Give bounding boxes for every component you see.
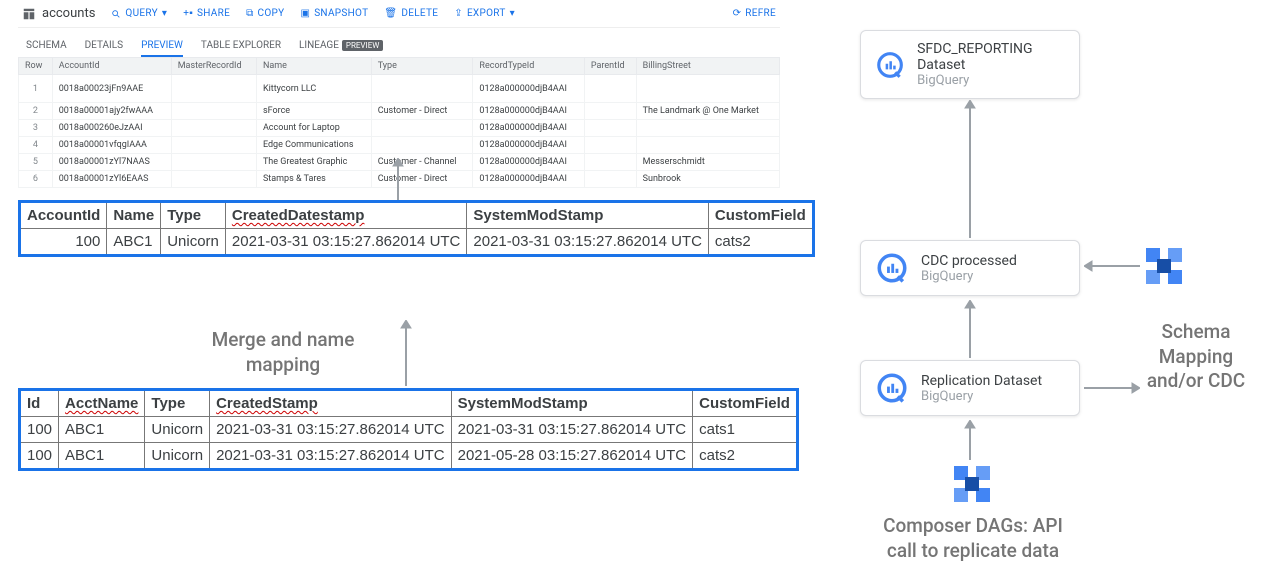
grid-header: Type: [371, 58, 473, 75]
table-icon: [22, 7, 36, 21]
mapped-table: AccountIdNameTypeCreatedDatestampSystemM…: [18, 200, 815, 257]
table-row: 10018a00023jFn9AAEKittycorn LLC0128a0000…: [19, 75, 780, 103]
col-header: CreatedStamp: [210, 390, 452, 417]
arrow-composer-up: [962, 420, 978, 460]
composer-label: Composer DAGs: API call to replicate dat…: [868, 514, 1078, 563]
arrow-up-1: [390, 158, 406, 200]
grid-header: Row: [19, 58, 53, 75]
grid-header: BillingStreet: [636, 58, 779, 75]
col-header: CustomField: [708, 202, 813, 229]
dataflow-icon: [1140, 242, 1188, 290]
source-table: IdAcctNameTypeCreatedStampSystemModStamp…: [18, 388, 799, 471]
arrow-top-mid: [962, 100, 978, 238]
col-header: Id: [20, 390, 59, 417]
node-cdc-processed: CDC processedBigQuery: [860, 240, 1080, 296]
table-row: 20018a00001ajy2fwAAAsForceCustomer - Dir…: [19, 103, 780, 120]
tab-schema[interactable]: SCHEMA: [26, 36, 67, 57]
node-sfdc-reporting: SFDC_REPORTING DatasetBigQuery: [860, 30, 1080, 99]
snapshot-button[interactable]: ▣ SNAPSHOT: [300, 8, 368, 19]
tab-lineage[interactable]: LINEAGEPREVIEW: [299, 36, 383, 57]
schema-cdc-label: Schema Mapping and/or CDC: [1136, 320, 1256, 394]
bigquery-icon: [875, 371, 909, 405]
col-header: CustomField: [693, 390, 798, 417]
table-row: 100ABC1Unicorn2021-03-31 03:15:27.862014…: [20, 417, 798, 443]
table-title: accounts: [22, 6, 95, 21]
table-row: 40018a00001vfqgIAAAEdge Communications01…: [19, 137, 780, 154]
tab-details[interactable]: DETAILS: [85, 36, 124, 57]
col-header: Type: [145, 390, 210, 417]
grid-header: ParentId: [584, 58, 636, 75]
col-header: Name: [107, 202, 161, 229]
arrow-up-2: [398, 320, 414, 386]
copy-button[interactable]: ⧉ COPY: [246, 8, 284, 19]
bigquery-icon: [875, 251, 909, 285]
table-row: 30018a000260eJzAAIAccount for Laptop0128…: [19, 120, 780, 137]
col-header: SystemModStamp: [451, 390, 693, 417]
tab-preview[interactable]: PREVIEW: [141, 36, 183, 57]
col-header: CreatedDatestamp: [225, 202, 467, 229]
grid-header: Name: [256, 58, 371, 75]
bigquery-toolbar: accounts QUERY ▾ +▪ SHARE ⧉ COPY ▣ SNAPS…: [18, 0, 780, 28]
arrow-mid-bot: [962, 300, 978, 358]
arrow-cdc-left: [1084, 258, 1140, 274]
col-header: AcctName: [59, 390, 145, 417]
node-title: Replication Dataset: [921, 373, 1042, 389]
share-button[interactable]: +▪ SHARE: [183, 8, 230, 19]
table-row: 100ABC1Unicorn2021-03-31 03:15:27.862014…: [20, 443, 798, 470]
node-subtitle: BigQuery: [921, 269, 1017, 284]
tab-explorer[interactable]: TABLE EXPLORER: [201, 36, 281, 57]
bigquery-tabs: SCHEMA DETAILS PREVIEW TABLE EXPLORER LI…: [18, 28, 780, 57]
query-button[interactable]: QUERY ▾: [111, 8, 167, 19]
col-header: AccountId: [20, 202, 107, 229]
grid-header: RecordTypeId: [473, 58, 584, 75]
grid-header: AccountId: [52, 58, 171, 75]
export-button[interactable]: ⇪ EXPORT ▾: [454, 8, 515, 19]
col-header: Type: [161, 202, 226, 229]
grid-header: MasterRecordId: [171, 58, 256, 75]
bigquery-icon: [875, 48, 905, 82]
node-replication-dataset: Replication DatasetBigQuery: [860, 360, 1080, 416]
merge-label: Merge and name mapping: [178, 328, 388, 377]
node-title: SFDC_REPORTING Dataset: [917, 41, 1065, 73]
dataflow-icon: [948, 460, 996, 508]
node-title: CDC processed: [921, 253, 1017, 269]
search-icon: [111, 9, 121, 19]
col-header: SystemModStamp: [467, 202, 709, 229]
delete-button[interactable]: 🗑 DELETE: [384, 8, 438, 19]
node-subtitle: BigQuery: [921, 389, 1042, 404]
refresh-button[interactable]: ⟳ REFRE: [733, 8, 776, 19]
arrow-repl-right: [1084, 380, 1140, 396]
node-subtitle: BigQuery: [917, 73, 1065, 88]
